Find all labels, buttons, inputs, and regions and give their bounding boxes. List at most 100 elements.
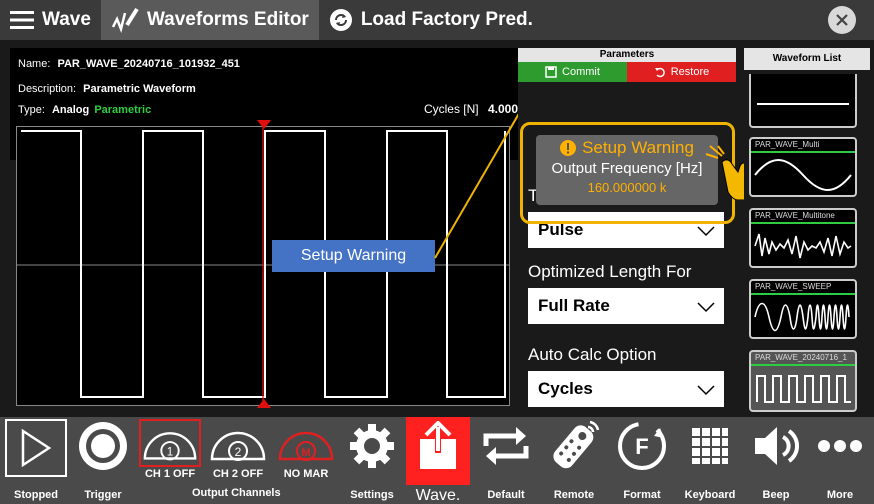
trigger-icon-wrap: [77, 417, 129, 475]
optimized-length-label: Optimized Length For: [528, 262, 692, 281]
multitone-waveform-thumb: [754, 233, 852, 259]
name-value: PAR_WAVE_20240716_101932_451: [57, 58, 240, 70]
waveforms-editor-label: Waveforms Editor: [146, 9, 309, 30]
setup-warning-callout: Setup Warning: [272, 240, 435, 272]
load-factory-label: Load Factory Pred.: [360, 9, 533, 30]
stopped-label: Stopped: [14, 489, 58, 501]
trigger-icon: [79, 422, 127, 470]
play-icon-frame: [5, 419, 67, 477]
waveform-list-item[interactable]: PAR_WAVE_Multi: [749, 137, 857, 197]
marker-top-triangle-icon[interactable]: [257, 120, 271, 130]
speaker-icon: [755, 427, 799, 465]
upload-box-icon: [420, 421, 456, 469]
gear-icon: [350, 424, 394, 468]
repeat-icon: [483, 427, 529, 465]
commit-restore-row: Commit Restore: [518, 62, 736, 82]
chevron-down-icon: [697, 385, 715, 396]
waveform-item-title: PAR_WAVE_20240716_1: [751, 352, 855, 366]
wave-label: Wave: [42, 9, 91, 30]
name-row: Name: PAR_WAVE_20240716_101932_451: [18, 58, 240, 70]
settings-icon-wrap: [347, 417, 397, 475]
default-icon-wrap: [480, 417, 532, 475]
auto-calc-value: Cycles: [538, 379, 593, 398]
description-row: Description: Parametric Waveform: [18, 83, 196, 95]
trigger-button[interactable]: Trigger: [72, 417, 134, 504]
bottom-toolbar: Stopped Trigger 1 CH 1 OFF 2 CH 2 OFF M …: [0, 417, 874, 504]
remote-label: Remote: [553, 489, 595, 501]
ch1-label: CH 1 OFF: [144, 468, 196, 480]
waveform-list-item[interactable]: PAR_WAVE_Multitone: [749, 208, 857, 268]
wave-list-button[interactable]: [406, 417, 470, 485]
channel-2-icon: 2: [210, 431, 266, 461]
output-channels-label: Output Channels: [150, 487, 281, 499]
format-label: Format: [623, 489, 661, 501]
waveform-list-panel: Waveform List PAR_WAVE_Multi PAR_WAVE_Mu…: [744, 48, 870, 412]
restore-label: Restore: [670, 66, 710, 78]
type-value: Analog: [51, 104, 90, 116]
marker-frame: M: [276, 419, 336, 467]
format-button[interactable]: F Format: [612, 417, 672, 504]
trigger-label: Trigger: [84, 489, 122, 501]
wave-list-label: Wave. List: [415, 487, 461, 504]
restore-button[interactable]: Restore: [627, 62, 736, 82]
waveform-list-item-selected[interactable]: PAR_WAVE_20240716_1: [749, 350, 857, 412]
commit-button[interactable]: Commit: [518, 62, 627, 82]
more-button[interactable]: More: [810, 417, 870, 504]
waveforms-editor-tab[interactable]: Waveforms Editor: [100, 0, 319, 40]
flat-waveform-thumb: [757, 103, 849, 105]
type-sub-value: Parametric: [94, 104, 152, 116]
output-channels-text: Output Channels: [192, 487, 281, 499]
optimized-length-select[interactable]: Full Rate: [528, 288, 724, 324]
optimized-length-value: Full Rate: [538, 296, 610, 315]
parameters-header: Parameters: [518, 48, 736, 62]
wave-menu-button[interactable]: Wave: [0, 0, 101, 40]
ch1-frame: 1: [139, 419, 201, 467]
keyboard-button[interactable]: Keyboard: [678, 417, 742, 504]
waveform-list-item[interactable]: PAR_WAVE_SWEEP: [749, 279, 857, 339]
format-letter: F: [635, 434, 648, 459]
default-label: Default: [487, 489, 525, 501]
marker-button[interactable]: M NO MAR: [274, 417, 338, 504]
load-factory-button[interactable]: Load Factory Pred.: [319, 0, 543, 40]
waveform-item-title: PAR_WAVE_Multitone: [751, 210, 855, 224]
auto-calc-select[interactable]: Cycles: [528, 371, 724, 407]
beep-button[interactable]: Beep: [746, 417, 806, 504]
settings-button[interactable]: Settings: [342, 417, 402, 504]
waveform-pen-icon: [111, 7, 139, 33]
more-icon-wrap: [817, 417, 863, 475]
close-button[interactable]: [828, 6, 856, 34]
keyboard-icon-wrap: [690, 417, 730, 475]
marker-bottom-triangle-icon[interactable]: [257, 398, 271, 408]
ch2-label: CH 2 OFF: [212, 468, 264, 480]
play-icon: [21, 428, 52, 468]
format-icon: F: [618, 422, 666, 470]
waveform-item-title: PAR_WAVE_Multi: [751, 139, 855, 153]
commit-label: Commit: [562, 66, 600, 78]
marker-letter: M: [301, 447, 310, 459]
hamburger-menu-icon: [10, 11, 34, 29]
default-button[interactable]: Default: [476, 417, 536, 504]
warning-highlight-ring: [520, 122, 735, 224]
type-row: Type: Analog Parametric: [18, 104, 151, 116]
remote-button[interactable]: Remote: [542, 417, 606, 504]
beep-icon-wrap: [751, 417, 801, 475]
save-icon: [545, 66, 557, 78]
settings-label: Settings: [350, 489, 394, 501]
more-dots-icon: [818, 440, 862, 452]
description-value: Parametric Waveform: [83, 83, 196, 95]
undo-icon: [654, 67, 665, 78]
waveform-list-item[interactable]: [749, 74, 857, 128]
waveform-list-header: Waveform List: [744, 48, 870, 70]
parameters-panel: Parameters Commit Restore Type Pulse Opt…: [518, 48, 736, 410]
play-button[interactable]: Stopped: [4, 417, 68, 504]
close-icon: [836, 14, 848, 26]
channel-1-icon: 1: [143, 432, 197, 461]
format-icon-wrap: F: [616, 417, 668, 475]
wave-list-icon-wrap: [416, 417, 460, 475]
marker-icon: M: [278, 431, 334, 461]
keyboard-icon: [692, 428, 728, 464]
top-bar: Wave Waveforms Editor Load Factory Pred.: [0, 0, 874, 40]
name-label: Name:: [18, 58, 51, 70]
remote-icon-wrap: [546, 417, 602, 475]
main-area: Name: PAR_WAVE_20240716_101932_451 Descr…: [0, 40, 874, 417]
